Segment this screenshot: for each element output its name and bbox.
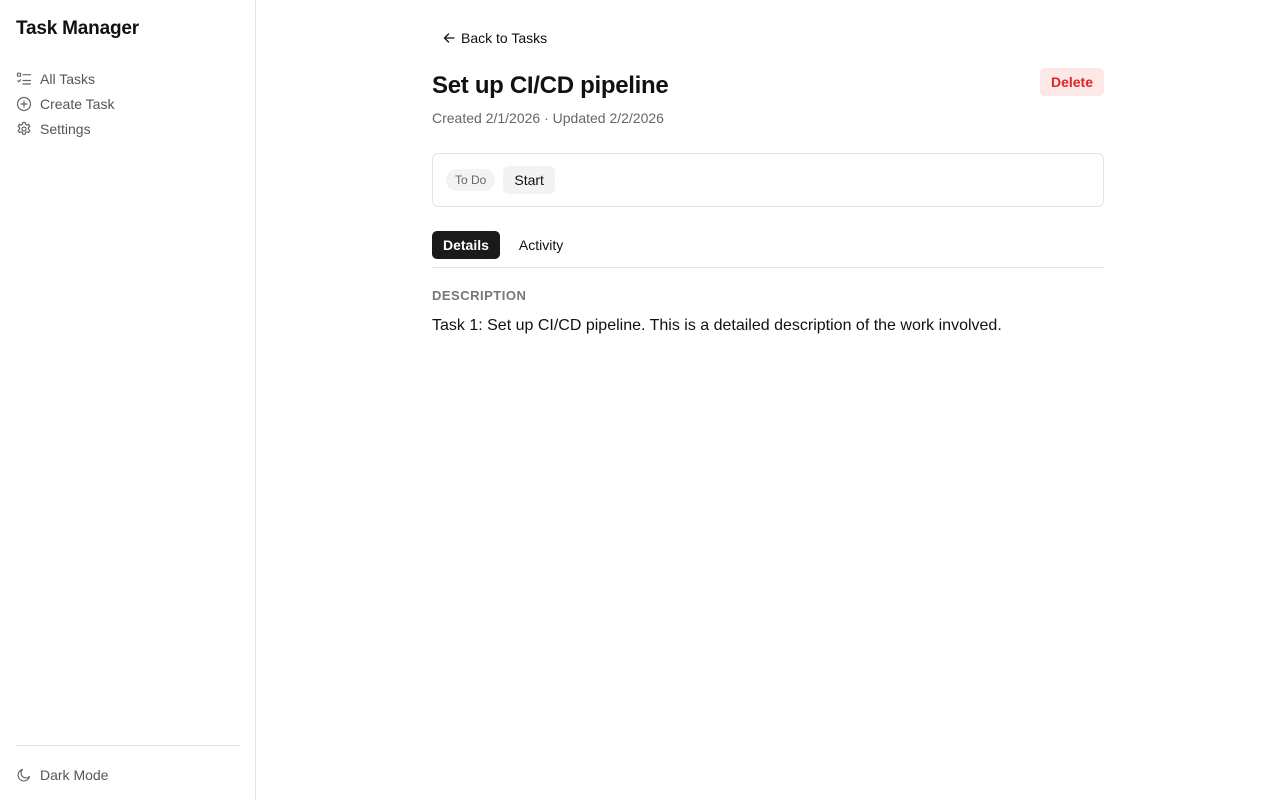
back-link-label: Back to Tasks xyxy=(461,30,548,46)
sidebar-item-all-tasks[interactable]: All Tasks xyxy=(16,66,240,91)
dark-mode-label: Dark Mode xyxy=(40,766,109,783)
app-title: Task Manager xyxy=(16,18,139,39)
sidebar-item-label: All Tasks xyxy=(40,70,95,87)
sidebar-item-label: Settings xyxy=(40,120,91,137)
description-heading: DESCRIPTION xyxy=(432,288,527,303)
tab-bar: Details Activity xyxy=(432,231,1104,268)
description-text: Task 1: Set up CI/CD pipeline. This is a… xyxy=(432,317,1002,334)
status-card: To Do Start xyxy=(432,153,1104,207)
gear-icon xyxy=(17,121,31,135)
list-icon xyxy=(16,72,32,85)
back-to-tasks-link[interactable]: Back to Tasks xyxy=(442,28,547,48)
sidebar-nav: All Tasks Create Task Settings xyxy=(16,66,240,141)
arrow-left-icon xyxy=(443,33,455,43)
sidebar: Task Manager All Tasks Create Task Setti… xyxy=(0,0,256,800)
delete-button[interactable]: Delete xyxy=(1039,68,1104,96)
plus-circle-icon xyxy=(16,96,32,111)
task-meta: Created 2/1/2026 · Updated 2/2/2026 xyxy=(432,110,664,126)
page-title: Set up CI/CD pipeline xyxy=(432,72,669,99)
start-button[interactable]: Start xyxy=(503,166,555,194)
sidebar-item-settings[interactable]: Settings xyxy=(16,116,240,141)
tab-activity[interactable]: Activity xyxy=(508,231,574,259)
sidebar-footer: Dark Mode xyxy=(16,745,240,787)
sidebar-item-create-task[interactable]: Create Task xyxy=(16,91,240,116)
moon-icon xyxy=(17,768,31,782)
sidebar-item-label: Create Task xyxy=(40,95,115,112)
status-badge: To Do xyxy=(446,169,496,191)
tab-details[interactable]: Details xyxy=(432,231,500,259)
dark-mode-toggle[interactable]: Dark Mode xyxy=(16,762,240,787)
